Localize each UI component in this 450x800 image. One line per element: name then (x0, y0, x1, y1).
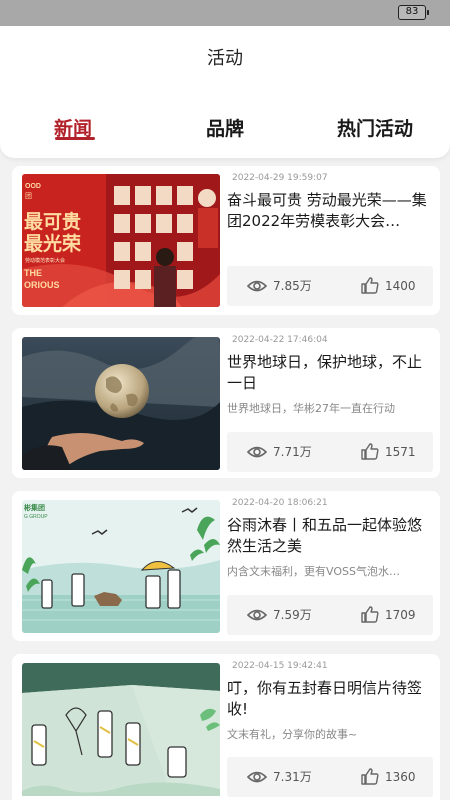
article-thumbnail[interactable] (22, 337, 220, 470)
article-thumbnail[interactable]: OOD 团 最可贵 最光荣 劳动模范表彰大会 THE ORIOUS (22, 174, 220, 307)
article-thumbnail[interactable]: 彬集团 G GROUP (22, 500, 220, 633)
thumb-brand-2: 团 (25, 192, 32, 200)
like-count[interactable]: 1709 (361, 606, 416, 623)
active-tab-indicator (55, 137, 95, 140)
thumb-logo-2: G GROUP (24, 514, 48, 520)
thumb-line-1: 最可贵 (24, 211, 81, 233)
article-stats: 7.59万 1709 (227, 595, 433, 635)
like-count[interactable]: 1571 (361, 443, 416, 460)
postcard-illustration (22, 663, 220, 796)
article-date: 2022-04-15 19:42:41 (232, 661, 328, 671)
tab-bar: 新闻 品牌 热门活动 (0, 90, 450, 158)
thumb-line-2: 最光荣 (24, 232, 81, 255)
award-ceremony-image: OOD 团 最可贵 最光荣 劳动模范表彰大会 THE ORIOUS (22, 174, 220, 307)
thumb-small: 劳动模范表彰大会 (25, 257, 65, 264)
battery-icon: 83 (398, 5, 429, 20)
article-title[interactable]: 谷雨沐春丨和五品一起体验悠然生活之美 (227, 515, 433, 557)
battery-level: 83 (405, 6, 419, 17)
thumbs-up-icon[interactable] (361, 606, 379, 623)
article-stats: 7.85万 1400 (227, 266, 433, 306)
article-subtitle: 文末有礼，分享你的故事~ (227, 728, 358, 741)
like-count-value: 1709 (385, 607, 416, 622)
thumbs-up-icon[interactable] (361, 277, 379, 294)
view-count: 7.85万 (247, 277, 312, 294)
like-count-value: 1571 (385, 444, 416, 459)
article-stats: 7.71万 1571 (227, 432, 433, 472)
article-subtitle: 内含文末福利，更有VOSS气泡水… (227, 565, 400, 578)
eye-icon (247, 446, 267, 457)
article-date: 2022-04-22 17:46:04 (232, 335, 328, 345)
article-card[interactable]: 2022-04-15 19:42:41 叮，你有五封春日明信片待签收! 文末有礼… (12, 654, 440, 800)
like-count[interactable]: 1400 (361, 277, 416, 294)
status-bar: 83 (0, 0, 450, 26)
like-count-value: 1400 (385, 278, 416, 293)
view-count-value: 7.59万 (273, 608, 312, 622)
eye-icon (247, 280, 267, 291)
article-subtitle: 世界地球日，华彬27年一直在行动 (227, 402, 395, 415)
article-title[interactable]: 奋斗最可贵 劳动最光荣——集团2022年劳模表彰大会… (227, 190, 433, 232)
view-count: 7.59万 (247, 606, 312, 623)
eye-icon (247, 771, 267, 782)
eye-icon (247, 609, 267, 620)
article-stats: 7.31万 1360 (227, 757, 433, 797)
article-date: 2022-04-20 18:06:21 (232, 498, 328, 508)
view-count-value: 7.71万 (273, 445, 312, 459)
thumb-glorious: ORIOUS (24, 280, 60, 290)
thumb-logo: 彬集团 (24, 503, 45, 512)
spring-rain-illustration: 彬集团 G GROUP (22, 500, 220, 633)
like-count-value: 1360 (385, 769, 416, 784)
article-card[interactable]: 2022-04-22 17:46:04 世界地球日，保护地球，不止一日 世界地球… (12, 328, 440, 478)
article-thumbnail[interactable] (22, 663, 220, 800)
view-count: 7.71万 (247, 443, 312, 460)
article-title[interactable]: 世界地球日，保护地球，不止一日 (227, 352, 433, 394)
globe-in-hand-image (22, 337, 220, 470)
tab-hot-activities[interactable]: 热门活动 (337, 114, 413, 141)
article-date: 2022-04-29 19:59:07 (232, 173, 328, 183)
article-card[interactable]: OOD 团 最可贵 最光荣 劳动模范表彰大会 THE ORIOUS 2022-0… (12, 166, 440, 315)
view-count-value: 7.85万 (273, 279, 312, 293)
view-count-value: 7.31万 (273, 770, 312, 784)
article-title[interactable]: 叮，你有五封春日明信片待签收! (227, 678, 433, 720)
header: 活动 (0, 26, 450, 90)
like-count[interactable]: 1360 (361, 768, 416, 785)
thumbs-up-icon[interactable] (361, 768, 379, 785)
thumb-brand: OOD (25, 183, 41, 190)
page-title: 活动 (207, 48, 243, 69)
thumb-the: THE (24, 268, 42, 278)
tab-brand[interactable]: 品牌 (206, 114, 244, 141)
thumbs-up-icon[interactable] (361, 443, 379, 460)
view-count: 7.31万 (247, 768, 312, 785)
article-card[interactable]: 彬集团 G GROUP 2022-04-20 18:06:21 谷雨沐春丨和五品… (12, 491, 440, 641)
